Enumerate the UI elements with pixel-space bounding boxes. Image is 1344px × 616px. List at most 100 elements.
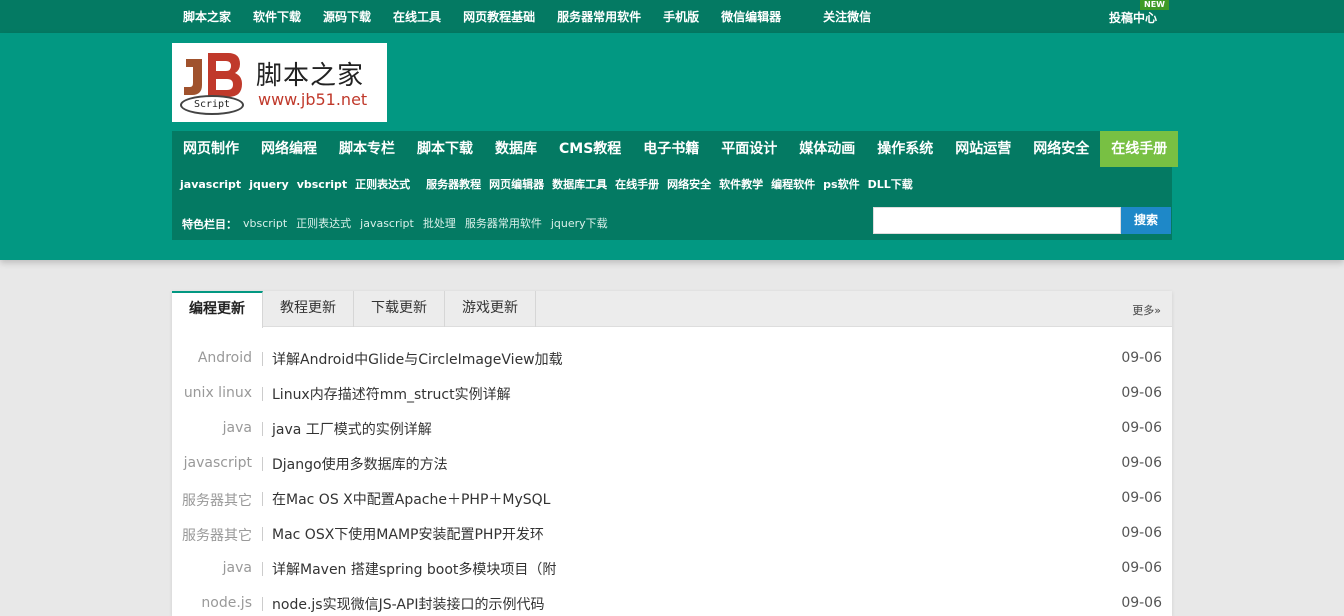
list-item: 服务器其它 Mac OSX下使用MAMP安装配置PHP开发环 09-06	[172, 516, 1172, 551]
updates-panel: 编程更新 教程更新 下载更新 游戏更新 更多» Android 详解Androi…	[172, 291, 1172, 616]
list-item: node.js node.js实现微信JS-API封装接口的示例代码 09-06	[172, 586, 1172, 616]
article-category[interactable]: node.js	[201, 595, 252, 611]
jb-logo-icon	[184, 53, 242, 97]
nav-item[interactable]: 网络编程	[250, 131, 328, 167]
article-title[interactable]: Mac OSX下使用MAMP安装配置PHP开发环	[272, 524, 544, 544]
top-link[interactable]: 软件下载	[253, 9, 301, 25]
featured-link[interactable]: vbscript	[243, 217, 287, 231]
featured-link[interactable]: 正则表达式	[296, 217, 351, 231]
nav-item[interactable]: 媒体动画	[788, 131, 866, 167]
nav-item[interactable]: 网站运营	[944, 131, 1022, 167]
featured-links: 特色栏目： vbscript 正则表达式 javascript 批处理 服务器常…	[182, 216, 617, 232]
list-item: unix linux Linux内存描述符mm_struct实例详解 09-06	[172, 376, 1172, 411]
more-link[interactable]: 更多»	[1132, 302, 1161, 318]
sub-nav-link[interactable]: 在线手册	[615, 178, 659, 192]
list-item: 服务器其它 在Mac OS X中配置Apache＋PHP＋MySQL 09-06	[172, 481, 1172, 516]
nav-item[interactable]: 电子书籍	[632, 131, 710, 167]
logo-url: www.jb51.net	[258, 90, 368, 109]
article-category[interactable]: java	[223, 560, 252, 576]
nav-item[interactable]: CMS教程	[548, 131, 632, 167]
featured-link[interactable]: 服务器常用软件	[465, 217, 542, 231]
article-date: 09-06	[1121, 560, 1162, 576]
article-list: Android 详解Android中Glide与CircleImageView加…	[172, 341, 1172, 616]
article-category[interactable]: java	[223, 420, 252, 436]
divider	[262, 527, 263, 541]
top-link[interactable]: 服务器常用软件	[557, 9, 641, 25]
sub-nav-link[interactable]: 编程软件	[771, 178, 815, 192]
search-button[interactable]: 搜索	[1121, 207, 1171, 234]
sub-nav-link[interactable]: 数据库工具	[552, 178, 607, 192]
tab-download-updates[interactable]: 下载更新	[354, 291, 445, 327]
article-date: 09-06	[1121, 385, 1162, 401]
search-input[interactable]	[873, 207, 1121, 234]
article-date: 09-06	[1121, 525, 1162, 541]
top-link[interactable]: 微信编辑器	[721, 9, 781, 25]
top-link[interactable]: 网页教程基础	[463, 9, 535, 25]
sub-nav-link[interactable]: ps软件	[823, 178, 859, 192]
sub-nav-link[interactable]: 服务器教程	[426, 178, 481, 192]
top-link[interactable]: 手机版	[663, 9, 699, 25]
featured-label: 特色栏目：	[182, 218, 237, 231]
divider	[262, 562, 263, 576]
sub-nav-links: javascript jquery vbscript 正则表达式 服务器教程 网…	[180, 178, 921, 192]
article-category[interactable]: unix linux	[184, 385, 252, 401]
top-links: 脚本之家 软件下载 源码下载 在线工具 网页教程基础 服务器常用软件 手机版 微…	[183, 9, 893, 25]
divider	[262, 492, 263, 506]
article-category[interactable]: 服务器其它	[182, 490, 252, 510]
divider	[262, 597, 263, 611]
article-date: 09-06	[1121, 420, 1162, 436]
nav-item[interactable]: 数据库	[484, 131, 548, 167]
list-item: java java 工厂模式的实例详解 09-06	[172, 411, 1172, 446]
divider	[262, 387, 263, 401]
tab-tutorial-updates[interactable]: 教程更新	[263, 291, 354, 327]
nav-item[interactable]: 平面设计	[710, 131, 788, 167]
new-badge: NEW	[1140, 0, 1169, 10]
article-date: 09-06	[1121, 455, 1162, 471]
tab-programming-updates[interactable]: 编程更新	[172, 291, 263, 328]
article-title[interactable]: Linux内存描述符mm_struct实例详解	[272, 384, 511, 404]
top-link[interactable]: 关注微信	[823, 9, 871, 25]
sub-nav-link[interactable]: 网络安全	[667, 178, 711, 192]
article-date: 09-06	[1121, 350, 1162, 366]
nav-item[interactable]: 脚本下载	[406, 131, 484, 167]
nav-item[interactable]: 脚本专栏	[328, 131, 406, 167]
top-link[interactable]: 在线工具	[393, 9, 441, 25]
sub-nav-link[interactable]: 软件教学	[719, 178, 763, 192]
list-item: Android 详解Android中Glide与CircleImageView加…	[172, 341, 1172, 376]
site-logo[interactable]: Script 脚本之家 www.jb51.net	[172, 43, 387, 122]
article-date: 09-06	[1121, 490, 1162, 506]
sub-nav-link[interactable]: 正则表达式	[355, 178, 410, 192]
featured-link[interactable]: javascript	[360, 217, 414, 231]
sub-nav-link[interactable]: javascript	[180, 178, 241, 192]
nav-item[interactable]: 操作系统	[866, 131, 944, 167]
main-nav: 网页制作 网络编程 脚本专栏 脚本下载 数据库 CMS教程 电子书籍 平面设计 …	[172, 131, 1179, 167]
tab-game-updates[interactable]: 游戏更新	[445, 291, 536, 327]
article-title[interactable]: 详解Android中Glide与CircleImageView加载	[272, 349, 563, 369]
nav-item[interactable]: 网页制作	[172, 131, 250, 167]
top-link[interactable]: 源码下载	[323, 9, 371, 25]
featured-link[interactable]: jquery下载	[551, 217, 608, 231]
submit-center-link[interactable]: 投稿中心	[1109, 10, 1157, 26]
article-title[interactable]: java 工厂模式的实例详解	[272, 419, 432, 439]
article-category[interactable]: javascript	[184, 455, 252, 471]
sub-nav-link[interactable]: 网页编辑器	[489, 178, 544, 192]
sub-nav-link[interactable]: jquery	[249, 178, 289, 192]
tab-bar: 编程更新 教程更新 下载更新 游戏更新 更多»	[172, 291, 1172, 328]
featured-link[interactable]: 批处理	[423, 217, 456, 231]
article-title[interactable]: 详解Maven 搭建spring boot多模块项目（附	[272, 559, 556, 579]
sub-nav: javascript jquery vbscript 正则表达式 服务器教程 网…	[172, 167, 1172, 240]
logo-script-text: Script	[180, 95, 244, 115]
sub-nav-link[interactable]: vbscript	[297, 178, 347, 192]
article-category[interactable]: 服务器其它	[182, 525, 252, 545]
divider	[262, 352, 263, 366]
nav-item-online-manual[interactable]: 在线手册	[1100, 131, 1179, 167]
nav-item[interactable]: 网络安全	[1022, 131, 1100, 167]
top-link[interactable]: 脚本之家	[183, 9, 231, 25]
article-title[interactable]: Django使用多数据库的方法	[272, 454, 448, 474]
article-title[interactable]: 在Mac OS X中配置Apache＋PHP＋MySQL	[272, 489, 550, 509]
article-category[interactable]: Android	[198, 350, 252, 366]
article-title[interactable]: node.js实现微信JS-API封装接口的示例代码	[272, 594, 544, 614]
list-item: java 详解Maven 搭建spring boot多模块项目（附 09-06	[172, 551, 1172, 586]
divider	[262, 457, 263, 471]
sub-nav-link[interactable]: DLL下载	[868, 178, 913, 192]
